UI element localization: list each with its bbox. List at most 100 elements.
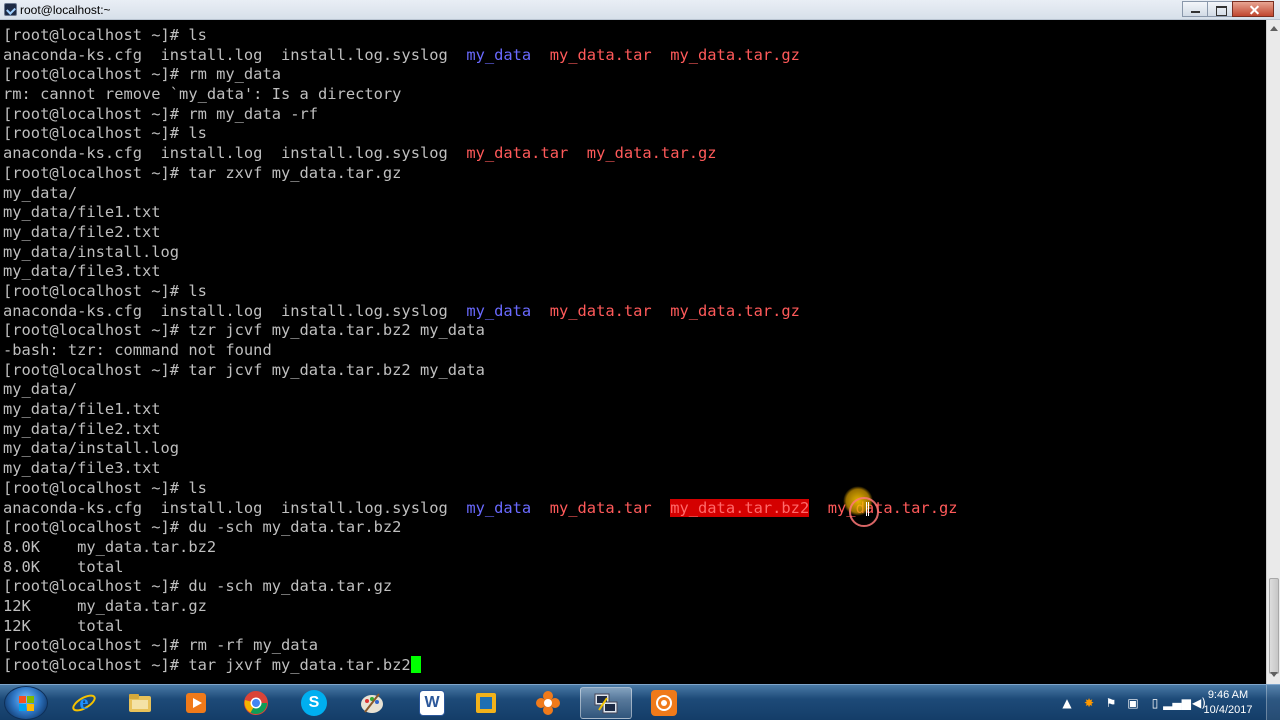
terminal-text: -bash: tzr: command not found: [3, 341, 272, 359]
putty-icon[interactable]: [4, 3, 17, 16]
close-button[interactable]: [1232, 1, 1274, 17]
taskbar-word[interactable]: W: [406, 687, 458, 719]
terminal-line: [root@localhost ~]# rm my_data -rf: [3, 105, 1266, 125]
terminal-line: -bash: tzr: command not found: [3, 341, 1266, 361]
terminal-line: anaconda-ks.cfg install.log install.log.…: [3, 144, 1266, 164]
terminal-line: anaconda-ks.cfg install.log install.log.…: [3, 302, 1266, 322]
terminal-text: [root@localhost ~]# tar jcvf my_data.tar…: [3, 360, 485, 379]
terminal-text: 8.0K my_data.tar.bz2: [3, 537, 217, 556]
terminal-line: 12K my_data.tar.gz: [3, 597, 1266, 617]
archive-file-name: my_data.tar.gz: [670, 301, 800, 320]
tray-device-icon[interactable]: ▣: [1122, 685, 1144, 720]
system-tray: ▲ ✸ ⚑ ▣ ▯ ▂▄▆ ◀): [1056, 685, 1210, 720]
terminal-text: my_data/install.log: [3, 439, 180, 458]
taskbar-chrome[interactable]: [230, 687, 282, 719]
terminal-line: [root@localhost ~]# ls: [3, 26, 1266, 46]
terminal-line: my_data/file1.txt: [3, 203, 1266, 223]
window-titlebar[interactable]: root@localhost:~: [0, 0, 1280, 20]
scrollbar-thumb[interactable]: [1269, 578, 1279, 674]
terminal-line: my_data/file2.txt: [3, 420, 1266, 440]
directory-name: my_data: [466, 301, 532, 320]
media-player-icon: [183, 690, 209, 716]
terminal-line: my_data/file2.txt: [3, 223, 1266, 243]
windows-logo-icon: [19, 696, 35, 712]
terminal-line: anaconda-ks.cfg install.log install.log.…: [3, 46, 1266, 66]
terminal-text: anaconda-ks.cfg install.log install.log.…: [3, 144, 467, 163]
vertical-scrollbar[interactable]: [1266, 20, 1280, 684]
taskbar-paint[interactable]: [346, 687, 398, 719]
terminal-text: [root@localhost ~]# tzr jcvf my_data.tar…: [3, 321, 485, 340]
archive-file-name: my_data.tar.bz2: [670, 498, 810, 517]
archive-file-name: my_data.tar.gz: [670, 45, 800, 64]
terminal-line: [root@localhost ~]# du -sch my_data.tar.…: [3, 518, 1266, 538]
ie-icon: e: [71, 690, 97, 716]
scroll-down-arrow-icon[interactable]: [1269, 670, 1279, 680]
archive-file-name: my_data.tar: [549, 301, 652, 320]
terminal-line: [root@localhost ~]# ls: [3, 282, 1266, 302]
terminal-line: my_data/: [3, 380, 1266, 400]
network-icon[interactable]: ▂▄▆: [1163, 685, 1191, 720]
terminal-line: [root@localhost ~]# rm my_data: [3, 65, 1266, 85]
svg-text:e: e: [80, 692, 89, 714]
show-desktop-button[interactable]: [1266, 685, 1280, 720]
terminal-line: rm: cannot remove `my_data': Is a direct…: [3, 85, 1266, 105]
terminal-text: 12K total: [3, 616, 124, 635]
putty-icon: [593, 690, 619, 716]
taskbar-internet-explorer[interactable]: e: [58, 687, 110, 719]
taskbar-virtual-machine[interactable]: [460, 687, 512, 719]
clock-date: 10/4/2017: [1203, 704, 1253, 716]
cursor-ring: [849, 497, 879, 527]
start-button[interactable]: [4, 686, 48, 720]
terminal-text: my_data/: [3, 380, 78, 399]
directory-name: my_data: [466, 45, 532, 64]
terminal-text: [root@localhost ~]# ls: [3, 26, 207, 44]
terminal-line: [root@localhost ~]# tzr jcvf my_data.tar…: [3, 321, 1266, 341]
terminal-line: [root@localhost ~]# tar jxvf my_data.tar…: [3, 656, 1266, 676]
taskbar-file-explorer[interactable]: [114, 687, 166, 719]
terminal-text: [root@localhost ~]# du -sch my_data.tar.…: [3, 577, 393, 596]
archive-file-name: my_data.tar.gz: [586, 144, 717, 163]
terminal-text: [root@localhost ~]# rm -rf my_data: [3, 636, 319, 655]
show-hidden-icons-icon[interactable]: ▲: [1056, 685, 1078, 720]
taskbar-recorder[interactable]: [638, 687, 690, 719]
word-icon: W: [419, 690, 445, 716]
terminal-text: anaconda-ks.cfg install.log install.log.…: [3, 498, 467, 517]
flower-icon: [535, 690, 561, 716]
taskbar-putty[interactable]: [580, 687, 632, 719]
maximize-button[interactable]: [1207, 1, 1233, 17]
taskbar-clock[interactable]: 9:46 AM 10/4/2017: [1196, 688, 1260, 718]
tray-app-icon[interactable]: ✸: [1078, 685, 1100, 720]
minimize-button[interactable]: [1182, 1, 1208, 17]
terminal-line: my_data/file1.txt: [3, 400, 1266, 420]
terminal-text: my_data/file3.txt: [3, 262, 161, 281]
terminal-line: anaconda-ks.cfg install.log install.log.…: [3, 498, 1266, 519]
terminal-text: [root@localhost ~]# rm my_data -rf: [3, 104, 319, 123]
terminal-text: [root@localhost ~]# du -sch my_data.tar.…: [3, 518, 402, 537]
terminal-line: [root@localhost ~]# tar zxvf my_data.tar…: [3, 164, 1266, 184]
terminal-line: 8.0K my_data.tar.bz2: [3, 538, 1266, 558]
terminal-text: [root@localhost ~]# ls: [3, 281, 207, 300]
skype-glyph: S: [308, 694, 320, 711]
archive-file-name: my_data.tar: [549, 45, 652, 64]
terminal-line: my_data/file3.txt: [3, 459, 1266, 479]
taskbar-settings-app[interactable]: [522, 687, 574, 719]
taskbar-media-player[interactable]: [170, 687, 222, 719]
terminal-output[interactable]: [root@localhost ~]# ls anaconda-ks.cfg in…: [0, 20, 1266, 684]
terminal-text: my_data/: [3, 183, 78, 202]
terminal-text: [root@localhost ~]# tar jxvf my_data.tar…: [3, 656, 411, 674]
terminal-text: [root@localhost ~]# ls: [3, 478, 207, 497]
word-glyph: W: [424, 694, 440, 711]
terminal-text: [root@localhost ~]# rm my_data: [3, 65, 281, 84]
terminal-text: [root@localhost ~]# tar zxvf my_data.tar…: [3, 163, 402, 182]
terminal-line: my_data/file3.txt: [3, 262, 1266, 282]
action-center-icon[interactable]: ⚑: [1100, 685, 1122, 720]
scroll-up-arrow-icon[interactable]: [1269, 24, 1279, 34]
taskbar-skype[interactable]: S: [288, 687, 340, 719]
paint-icon: [359, 690, 385, 716]
